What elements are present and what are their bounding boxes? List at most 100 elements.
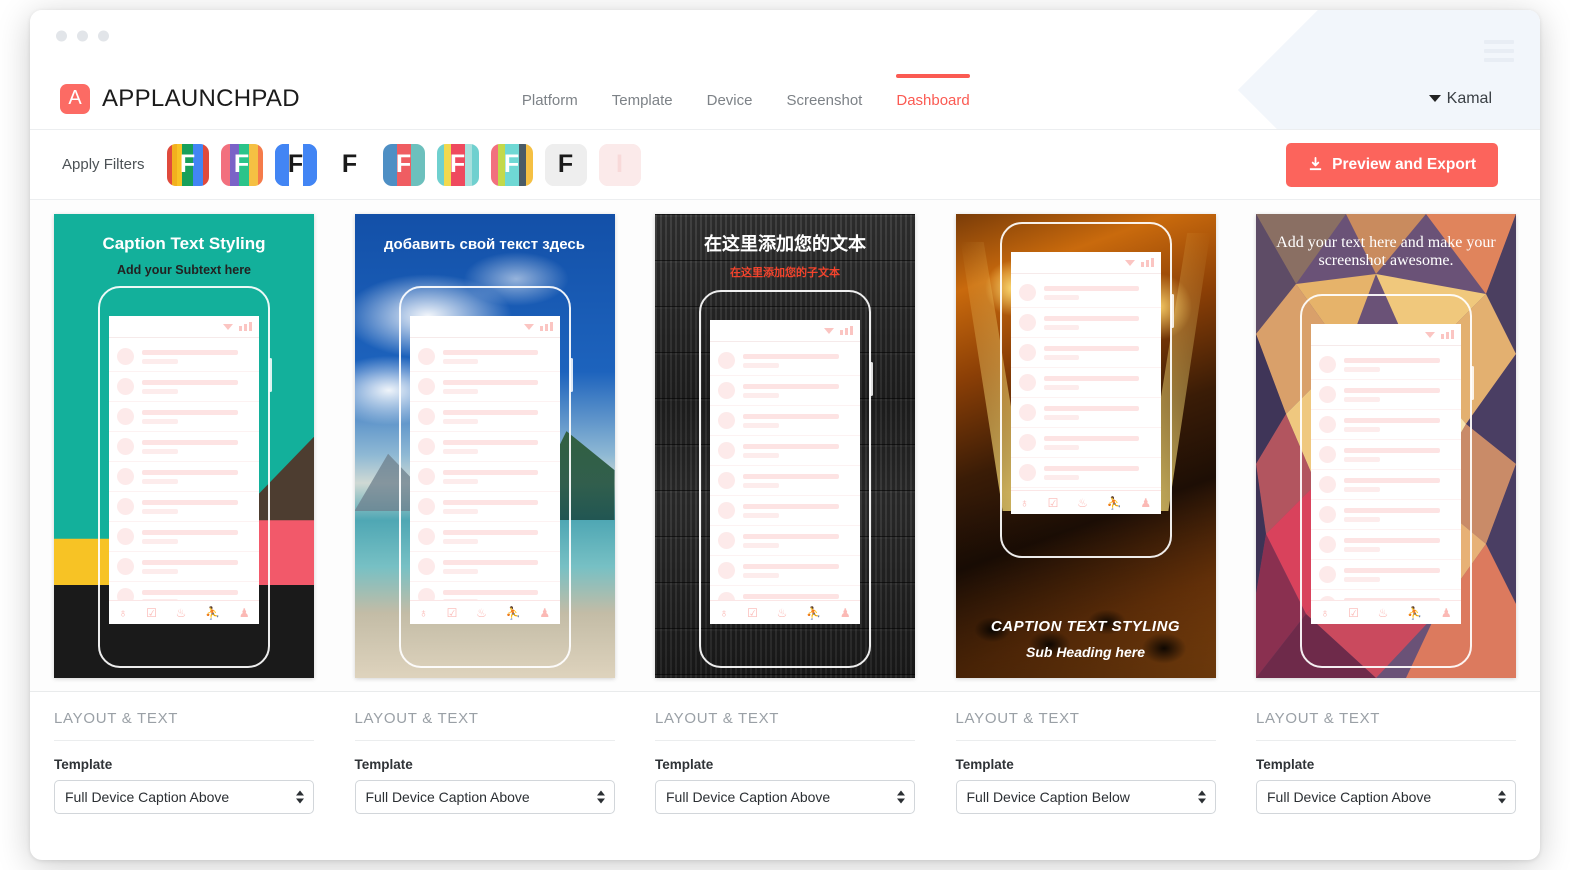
screenshot-card-3[interactable]: 在这里添加您的文本 在这里添加您的子文本 ♁ ☑ ♨ ⛹ ♟ (655, 214, 915, 678)
template-select[interactable]: Full Device Caption Below (955, 780, 1216, 814)
list-item (1010, 458, 1161, 488)
template-select-value: Full Device Caption Above (1267, 789, 1432, 805)
globe-icon: ♁ (1019, 495, 1029, 510)
screenshot-card-4[interactable]: CAPTION TEXT STYLING Sub Heading here ♁ ☑ ♨ ⛹… (955, 214, 1216, 678)
controls-row: LAYOUT & TEXT Template Full Device Caption… (30, 692, 1540, 814)
template-select[interactable]: Full Device Caption Above (1256, 780, 1516, 814)
list-item-lines (743, 503, 852, 518)
filter-aqua-yellow[interactable]: F (436, 143, 479, 186)
window-traffic-lights (56, 30, 109, 42)
group-icon: ⛹ (205, 605, 221, 620)
avatar (1319, 356, 1336, 373)
list-item-lines (1043, 435, 1153, 450)
avatar (718, 502, 735, 519)
fire-icon: ♨ (476, 605, 487, 620)
person-icon: ♟ (1440, 605, 1452, 620)
list-item (409, 402, 560, 432)
hamburger-icon[interactable] (1484, 40, 1514, 62)
filter-blush[interactable]: I (598, 143, 641, 186)
list-item (409, 342, 560, 372)
list-item (409, 432, 560, 462)
template-select-value: Full Device Caption Above (365, 789, 530, 805)
apply-filters-label: Apply Filters (62, 156, 145, 173)
list-item (109, 492, 259, 522)
list-item-lines (442, 439, 552, 454)
screenshot-gallery: Caption Text Styling Add your Subtext her… (30, 200, 1540, 692)
list-item-lines (442, 379, 552, 394)
nav-item-platform[interactable]: Platform (522, 68, 578, 130)
avatar (417, 408, 435, 425)
person-icon: ♟ (839, 605, 851, 620)
filter-none[interactable]: F (328, 143, 371, 186)
screenshot-card-2[interactable]: добавить свой текст здесь ♁ ☑ ♨ ⛹ ♟ (354, 214, 615, 678)
template-select[interactable]: Full Device Caption Above (354, 780, 615, 814)
wifi-icon (1124, 260, 1135, 266)
filter-google[interactable]: F (166, 143, 209, 186)
avatar (1319, 566, 1336, 583)
calendar-check-icon: ☑ (446, 605, 458, 620)
list-item-lines (442, 409, 552, 424)
filter-pastel-rainbow[interactable]: F (220, 143, 263, 186)
list-item (109, 402, 259, 432)
list-item-lines (142, 559, 251, 574)
filter-pink-lime[interactable]: F (490, 143, 533, 186)
list-item-lines (142, 409, 251, 424)
user-name: Kamal (1446, 89, 1492, 107)
window-dot-maximize[interactable] (98, 30, 109, 42)
avatar (417, 348, 435, 365)
group-icon: ⛹ (806, 605, 822, 620)
avatar (1319, 536, 1336, 553)
poster-caption-title: Caption Text Styling (102, 234, 266, 253)
list-item (1311, 560, 1461, 590)
window-titlebar (30, 10, 1540, 303)
nav-item-screenshot[interactable]: Screenshot (786, 68, 862, 130)
avatar (117, 558, 134, 575)
list-item (409, 372, 560, 402)
brand-logo[interactable]: A APPLAUNCHPAD (60, 83, 300, 114)
user-menu[interactable]: Kamal (1428, 89, 1492, 108)
list-item-lines (743, 353, 852, 368)
avatar (417, 378, 435, 395)
preview-and-export-button[interactable]: Preview and Export (1286, 142, 1498, 187)
avatar (417, 438, 435, 455)
wifi-icon (223, 324, 233, 330)
poster-caption-subtitle: Sub Heading here (1025, 644, 1146, 660)
list-item-lines (442, 469, 552, 484)
screenshot-card-5[interactable]: Add your text here and make your screens… (1256, 214, 1516, 678)
list-item (710, 466, 860, 496)
screen-tabbar: ♁ ☑ ♨ ⛹ ♟ (1311, 600, 1461, 624)
filter-blue[interactable]: F (274, 143, 317, 186)
list-item (109, 522, 259, 552)
window-dot-close[interactable] (56, 30, 67, 42)
screenshot-card-1[interactable]: Caption Text Styling Add your Subtext her… (54, 214, 314, 678)
list-item (409, 492, 560, 522)
template-select[interactable]: Full Device Caption Above (54, 780, 314, 814)
list-item (1311, 410, 1461, 440)
avatar (718, 532, 735, 549)
avatar (718, 562, 735, 579)
signal-icon (539, 322, 553, 331)
screen-statusbar (1311, 324, 1461, 346)
template-select-value: Full Device Caption Above (666, 789, 831, 805)
window-dot-minimize[interactable] (77, 30, 88, 42)
list-item-lines (1043, 345, 1153, 360)
list-item-lines (1344, 537, 1453, 552)
brand-name: APPLAUNCHPAD (102, 84, 300, 112)
template-select[interactable]: Full Device Caption Above (655, 780, 915, 814)
nav-item-device[interactable]: Device (707, 68, 753, 130)
list-item (1010, 308, 1161, 338)
poster-caption-title: добавить свой текст здесь (384, 236, 585, 253)
screen-tabbar: ♁ ☑ ♨ ⛹ ♟ (409, 600, 560, 624)
nav-item-template[interactable]: Template (612, 68, 673, 130)
list-item (710, 496, 860, 526)
control-panel-3: LAYOUT & TEXT Template Full Device Caption… (655, 710, 915, 814)
list-item-lines (1043, 315, 1153, 330)
avatar (417, 498, 435, 515)
filter-grey[interactable]: F (544, 143, 587, 186)
avatar (718, 352, 735, 369)
list-item (1010, 368, 1161, 398)
poster-caption: 在这里添加您的文本 在这里添加您的子文本 (655, 234, 915, 280)
nav-item-dashboard[interactable]: Dashboard (896, 68, 971, 130)
filter-blue-red-teal[interactable]: F (382, 143, 425, 186)
avatar (1319, 416, 1336, 433)
